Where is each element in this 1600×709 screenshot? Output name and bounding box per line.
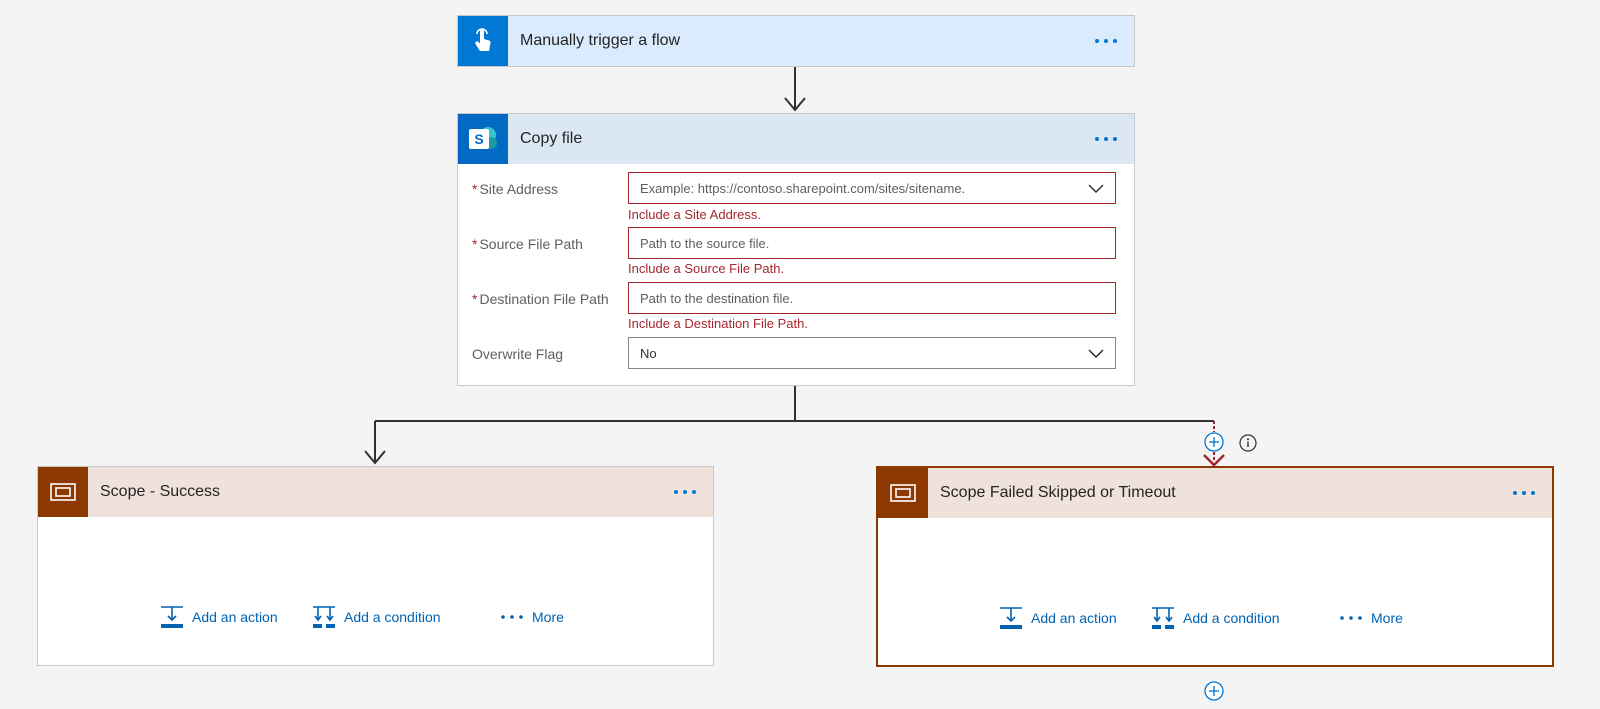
add-action-label: Add an action (192, 609, 278, 625)
scope-failed-more-button[interactable]: More (1339, 606, 1403, 630)
scope-success-add-action-button[interactable]: Add an action (160, 605, 278, 629)
scope-success-card[interactable]: Scope - Success Add an action Add a cond… (37, 466, 714, 666)
scope-success-add-condition-button[interactable]: Add a condition (312, 605, 441, 629)
site-address-dropdown[interactable]: Example: https://contoso.sharepoint.com/… (628, 172, 1116, 204)
add-condition-icon (1151, 606, 1175, 630)
connector-arrowhead (364, 450, 386, 465)
required-marker: * (472, 236, 478, 252)
add-action-icon (160, 605, 184, 629)
source-file-path-error: Include a Source File Path. (628, 261, 785, 276)
overwrite-flag-value: No (640, 345, 657, 361)
add-condition-label: Add a condition (344, 609, 441, 625)
scope-icon (878, 468, 928, 518)
site-address-error: Include a Site Address. (628, 207, 761, 222)
site-address-label: * Site Address (472, 181, 559, 197)
run-after-info-icon[interactable] (1239, 434, 1257, 452)
destination-file-path-input[interactable]: Path to the destination file. (628, 282, 1116, 314)
insert-new-step-plus-icon[interactable] (1204, 681, 1224, 701)
insert-step-plus-icon[interactable] (1204, 432, 1224, 452)
copy-file-more-options-icon[interactable] (1086, 124, 1126, 154)
scope-failed-title: Scope Failed Skipped or Timeout (940, 484, 1176, 501)
trigger-card-header[interactable]: Manually trigger a flow (458, 16, 1134, 66)
scope-failed-add-condition-button[interactable]: Add a condition (1151, 606, 1280, 630)
connector-arrowhead (784, 97, 806, 112)
scope-success-header[interactable]: Scope - Success (38, 467, 713, 517)
scope-failed-add-action-button[interactable]: Add an action (999, 606, 1117, 630)
copy-file-title: Copy file (520, 130, 583, 147)
required-marker: * (472, 291, 478, 307)
connector-arrowhead-red (1203, 454, 1225, 467)
destination-file-path-placeholder: Path to the destination file. (640, 290, 794, 306)
scope-failed-more-options-icon[interactable] (1504, 478, 1544, 508)
trigger-title: Manually trigger a flow (520, 32, 681, 49)
scope-success-title: Scope - Success (100, 483, 221, 500)
more-label: More (532, 609, 564, 625)
scope-failed-card[interactable]: Scope Failed Skipped or Timeout Add an a… (876, 466, 1554, 667)
svg-text:S: S (474, 131, 483, 147)
trigger-card[interactable]: Manually trigger a flow (457, 15, 1135, 67)
destination-file-path-error: Include a Destination File Path. (628, 316, 808, 331)
source-file-path-placeholder: Path to the source file. (640, 235, 770, 251)
touch-hand-icon (458, 16, 508, 66)
chevron-down-icon[interactable] (1077, 348, 1115, 358)
add-action-label: Add an action (1031, 610, 1117, 626)
more-label: More (1371, 610, 1403, 626)
trigger-more-options-icon[interactable] (1086, 26, 1126, 56)
overwrite-flag-label: Overwrite Flag (472, 346, 564, 362)
scope-failed-header[interactable]: Scope Failed Skipped or Timeout (878, 468, 1552, 518)
sharepoint-icon: S (458, 114, 508, 164)
copy-file-card-header[interactable]: S Copy file (458, 114, 1134, 164)
scope-success-more-options-icon[interactable] (665, 477, 705, 507)
more-dots-icon (1339, 606, 1363, 630)
add-condition-label: Add a condition (1183, 610, 1280, 626)
source-file-path-label: * Source File Path (472, 236, 583, 252)
add-action-icon (999, 606, 1023, 630)
destination-file-path-label: * Destination File Path (472, 291, 609, 307)
scope-icon (38, 467, 88, 517)
scope-success-more-button[interactable]: More (500, 605, 564, 629)
overwrite-flag-dropdown[interactable]: No (628, 337, 1116, 369)
add-condition-icon (312, 605, 336, 629)
more-dots-icon (500, 605, 524, 629)
chevron-down-icon[interactable] (1077, 183, 1115, 193)
required-marker: * (472, 181, 478, 197)
source-file-path-input[interactable]: Path to the source file. (628, 227, 1116, 259)
site-address-placeholder: Example: https://contoso.sharepoint.com/… (640, 180, 966, 196)
copy-file-card[interactable]: S Copy file * Site Address Example: https… (457, 113, 1135, 386)
